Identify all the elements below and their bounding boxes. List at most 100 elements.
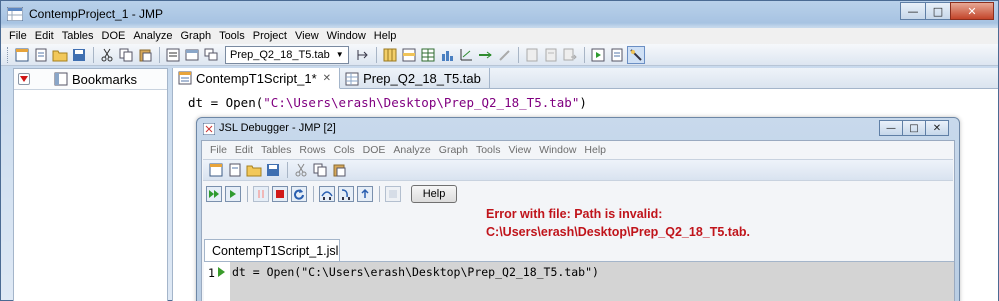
distribution-icon[interactable]	[476, 46, 494, 64]
menu-tables[interactable]: Tables	[58, 30, 98, 42]
debugger-menu-window: Window	[539, 144, 577, 156]
debugger-body: File Edit Tables Rows Cols DOE Analyze G…	[201, 140, 955, 301]
debugger-menu-analyze: Analyze	[393, 144, 431, 156]
axis-icon[interactable]	[457, 46, 475, 64]
tab-label: ContempT1Script_1*	[196, 70, 317, 86]
line-number: 1	[208, 266, 215, 280]
debugger-code-editor[interactable]: 1 dt = Open("C:\Users\erash\Desktop\Prep…	[204, 261, 954, 301]
toolbar-grip[interactable]	[7, 46, 10, 63]
debug-tool-icon[interactable]	[626, 45, 645, 64]
code-suffix: )	[579, 95, 587, 110]
debugger-menu-tables: Tables	[261, 144, 292, 156]
cut-icon[interactable]	[98, 46, 116, 64]
copy-icon[interactable]	[311, 161, 329, 179]
cut-icon[interactable]	[292, 161, 310, 179]
menu-file[interactable]: File	[5, 30, 31, 42]
minimize-button[interactable]: —	[900, 2, 926, 20]
toolbar-separator	[313, 186, 314, 202]
tab-label: Prep_Q2_18_T5.tab	[363, 71, 481, 86]
doc-arrow-icon[interactable]	[561, 46, 579, 64]
debugger-title: JSL Debugger - JMP [2]	[219, 122, 336, 134]
menu-project[interactable]: Project	[249, 30, 291, 42]
menu-edit[interactable]: Edit	[31, 30, 58, 42]
menu-view[interactable]: View	[291, 30, 323, 42]
run-script-icon[interactable]	[353, 46, 371, 64]
new-script-icon[interactable]	[226, 161, 244, 179]
pause-icon[interactable]	[252, 185, 270, 203]
rows-icon[interactable]	[400, 46, 418, 64]
toolbar-separator	[583, 46, 585, 63]
debugger-code-line[interactable]: dt = Open("C:\Users\erash\Desktop\Prep_Q…	[232, 265, 599, 279]
step-into-icon[interactable]	[337, 185, 355, 203]
bookmarks-panel: Bookmarks	[13, 68, 168, 301]
debugger-menu-help: Help	[584, 144, 607, 156]
menu-tools[interactable]: Tools	[215, 30, 249, 42]
toolbar-separator	[375, 46, 377, 63]
doc-icon[interactable]	[523, 46, 541, 64]
run-without-breakpoints-icon[interactable]	[205, 185, 223, 203]
menu-help[interactable]: Help	[370, 30, 401, 42]
copy-icon[interactable]	[117, 46, 135, 64]
maximize-button[interactable]: □	[925, 2, 951, 20]
toolbar-separator	[247, 186, 248, 202]
restart-icon[interactable]	[290, 185, 308, 203]
arrange-windows-icon[interactable]	[202, 46, 220, 64]
open-folder-icon[interactable]	[51, 46, 69, 64]
debugger-toolbar-controls: Help	[202, 181, 954, 207]
pen-icon[interactable]	[495, 46, 513, 64]
tab-close-button[interactable]: ✕	[323, 73, 331, 84]
table-grid-icon[interactable]	[419, 46, 437, 64]
open-folder-icon[interactable]	[245, 161, 263, 179]
code-string: "C:\Users\erash\Desktop\Prep_Q2_18_T5.ta…	[263, 95, 580, 110]
menu-doe[interactable]: DOE	[98, 30, 130, 42]
breakpoints-icon[interactable]	[384, 185, 402, 203]
toolbar-separator	[379, 186, 380, 202]
debugger-menu-tools: Tools	[475, 144, 501, 156]
doc-list-icon[interactable]	[542, 46, 560, 64]
new-data-table-icon[interactable]	[207, 161, 225, 179]
tab-contempt1script[interactable]: ContempT1Script_1* ✕	[173, 68, 341, 89]
data-table-select[interactable]: Prep_Q2_18_T5.tab ▼	[225, 45, 349, 64]
debugger-menu-edit: Edit	[234, 144, 254, 156]
debugger-maximize-button[interactable]: □	[902, 120, 926, 136]
window-title: ContempProject_1 - JMP	[29, 7, 164, 21]
new-script-icon[interactable]	[32, 46, 50, 64]
paste-icon[interactable]	[330, 161, 348, 179]
debugger-window-controls: — □ ✕	[879, 120, 949, 136]
debugger-menu-file: File	[210, 144, 227, 156]
chart-icon[interactable]	[438, 46, 456, 64]
script-code-line[interactable]: dt = Open("C:\Users\erash\Desktop\Prep_Q…	[188, 95, 587, 110]
grid-icon[interactable]	[381, 46, 399, 64]
report-icon[interactable]	[164, 46, 182, 64]
red-triangle-menu-icon[interactable]	[18, 73, 30, 85]
paste-icon[interactable]	[136, 46, 154, 64]
close-button[interactable]: ✕	[950, 2, 994, 20]
log-icon[interactable]	[608, 46, 626, 64]
tab-prep-table[interactable]: Prep_Q2_18_T5.tab	[340, 68, 490, 89]
menu-window[interactable]: Window	[323, 30, 370, 42]
step-out-icon[interactable]	[356, 185, 374, 203]
save-icon[interactable]	[264, 161, 282, 179]
title-bar: ContempProject_1 - JMP — □ ✕	[1, 1, 998, 27]
window-list-icon[interactable]	[183, 46, 201, 64]
menu-graph[interactable]: Graph	[176, 30, 215, 42]
debugger-menu-bar: File Edit Tables Rows Cols DOE Analyze G…	[202, 141, 954, 159]
debugger-minimize-button[interactable]: —	[879, 120, 903, 136]
run-icon[interactable]	[589, 46, 607, 64]
window-controls: — □ ✕	[900, 2, 994, 20]
help-button[interactable]: Help	[411, 185, 457, 203]
run-icon[interactable]	[224, 185, 242, 203]
editor-tabs: ContempT1Script_1* ✕ Prep_Q2_18_T5.tab	[173, 68, 998, 89]
toolbar-separator	[287, 162, 288, 178]
debugger-close-button[interactable]: ✕	[925, 120, 949, 136]
new-data-table-icon[interactable]	[13, 46, 31, 64]
toolbar-separator	[93, 46, 94, 63]
tab-debug-script[interactable]: ContempT1Script_1.jsl	[204, 239, 340, 261]
menu-analyze[interactable]: Analyze	[129, 30, 176, 42]
menu-bar: File Edit Tables DOE Analyze Graph Tools…	[1, 28, 998, 44]
debugger-menu-cols: Cols	[333, 144, 355, 156]
step-over-icon[interactable]	[318, 185, 336, 203]
stop-icon[interactable]	[271, 185, 289, 203]
save-icon[interactable]	[70, 46, 88, 64]
toolbar-separator	[517, 46, 519, 63]
